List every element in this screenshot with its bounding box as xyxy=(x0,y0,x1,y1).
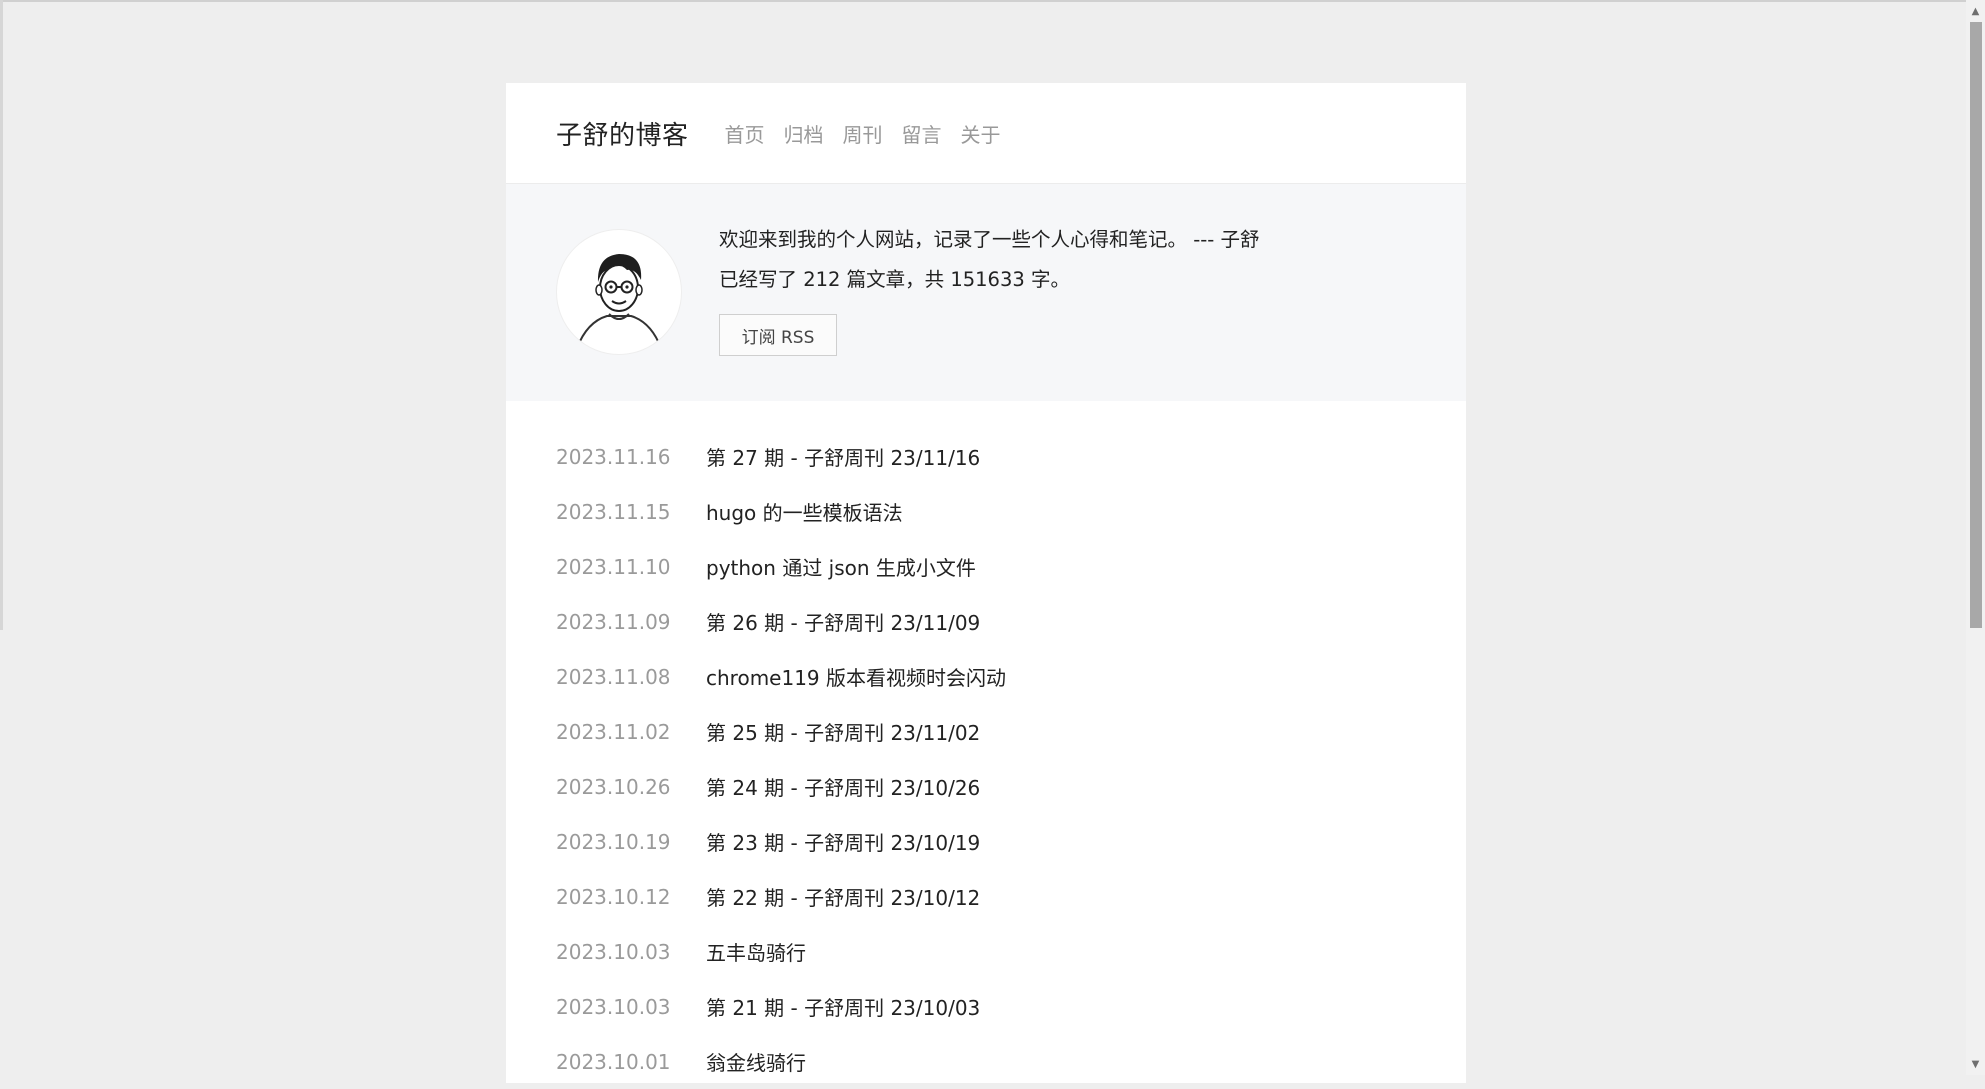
list-item: 2023.10.12 第 22 期 - 子舒周刊 23/10/12 xyxy=(506,869,1466,924)
post-title-link[interactable]: 第 23 期 - 子舒周刊 23/10/19 xyxy=(706,827,980,856)
scroll-up-arrow-icon[interactable]: ▲ xyxy=(1966,2,1985,20)
post-title-link[interactable]: 第 21 期 - 子舒周刊 23/10/03 xyxy=(706,992,980,1021)
welcome-message: 欢迎来到我的个人网站，记录了一些个人心得和笔记。 --- 子舒 xyxy=(719,228,1260,251)
intro-text: 欢迎来到我的个人网站，记录了一些个人心得和笔记。 --- 子舒 已经写了 212… xyxy=(719,226,1260,356)
subscribe-rss-button[interactable]: 订阅 RSS xyxy=(719,314,837,356)
post-title-link[interactable]: 第 24 期 - 子舒周刊 23/10/26 xyxy=(706,772,980,801)
post-date: 2023.11.08 xyxy=(556,664,671,689)
intro-section: 欢迎来到我的个人网站，记录了一些个人心得和笔记。 --- 子舒 已经写了 212… xyxy=(506,184,1466,401)
post-date: 2023.10.19 xyxy=(556,829,671,854)
post-title-link[interactable]: 五丰岛骑行 xyxy=(706,937,806,966)
vertical-scrollbar[interactable]: ▲ ▼ xyxy=(1966,0,1985,1075)
nav-item-guestbook[interactable]: 留言 xyxy=(902,119,942,148)
site-header: 子舒的博客 首页 归档 周刊 留言 关于 xyxy=(506,83,1466,184)
list-item: 2023.11.15 hugo 的一些模板语法 xyxy=(506,484,1466,539)
list-item: 2023.10.03 第 21 期 - 子舒周刊 23/10/03 xyxy=(506,979,1466,1034)
list-item: 2023.11.16 第 27 期 - 子舒周刊 23/11/16 xyxy=(506,429,1466,484)
post-title-link[interactable]: chrome119 版本看视频时会闪动 xyxy=(706,662,1006,691)
post-date: 2023.11.16 xyxy=(556,444,671,469)
list-item: 2023.11.08 chrome119 版本看视频时会闪动 xyxy=(506,649,1466,704)
post-title-link[interactable]: hugo 的一些模板语法 xyxy=(706,497,903,526)
post-list: 2023.11.16 第 27 期 - 子舒周刊 23/11/16 2023.1… xyxy=(506,401,1466,1089)
window-left-edge xyxy=(0,0,3,630)
post-date: 2023.10.03 xyxy=(556,994,671,1019)
post-date: 2023.10.12 xyxy=(556,884,671,909)
post-date: 2023.11.15 xyxy=(556,499,671,524)
scroll-down-arrow-icon[interactable]: ▼ xyxy=(1966,1055,1985,1073)
post-stats: 已经写了 212 篇文章，共 151633 字。 xyxy=(719,268,1070,291)
post-date: 2023.10.26 xyxy=(556,774,671,799)
scrollbar-thumb[interactable] xyxy=(1970,22,1982,628)
nav-item-weekly[interactable]: 周刊 xyxy=(843,119,883,148)
post-date: 2023.11.09 xyxy=(556,609,671,634)
nav-item-archive[interactable]: 归档 xyxy=(784,119,824,148)
list-item: 2023.11.09 第 26 期 - 子舒周刊 23/11/09 xyxy=(506,594,1466,649)
avatar-portrait-icon xyxy=(556,229,682,355)
post-title-link[interactable]: 第 22 期 - 子舒周刊 23/10/12 xyxy=(706,882,980,911)
main-nav: 首页 归档 周刊 留言 关于 xyxy=(725,119,1020,148)
post-date: 2023.10.03 xyxy=(556,939,671,964)
list-item: 2023.11.10 python 通过 json 生成小文件 xyxy=(506,539,1466,594)
blog-card: 子舒的博客 首页 归档 周刊 留言 关于 欢迎来到我的个人网站，记录了一些个人心… xyxy=(506,83,1466,1083)
post-title-link[interactable]: python 通过 json 生成小文件 xyxy=(706,552,976,581)
window-top-border xyxy=(0,0,1985,2)
post-date: 2023.11.02 xyxy=(556,719,671,744)
list-item: 2023.10.01 翁金线骑行 xyxy=(506,1034,1466,1089)
nav-item-about[interactable]: 关于 xyxy=(961,119,1001,148)
list-item: 2023.10.03 五丰岛骑行 xyxy=(506,924,1466,979)
post-title-link[interactable]: 第 27 期 - 子舒周刊 23/11/16 xyxy=(706,442,980,471)
site-title[interactable]: 子舒的博客 xyxy=(556,115,689,152)
post-title-link[interactable]: 第 25 期 - 子舒周刊 23/11/02 xyxy=(706,717,980,746)
post-date: 2023.10.01 xyxy=(556,1049,671,1074)
nav-item-home[interactable]: 首页 xyxy=(725,119,765,148)
post-title-link[interactable]: 第 26 期 - 子舒周刊 23/11/09 xyxy=(706,607,980,636)
post-title-link[interactable]: 翁金线骑行 xyxy=(706,1047,806,1076)
post-date: 2023.11.10 xyxy=(556,554,671,579)
list-item: 2023.10.19 第 23 期 - 子舒周刊 23/10/19 xyxy=(506,814,1466,869)
list-item: 2023.10.26 第 24 期 - 子舒周刊 23/10/26 xyxy=(506,759,1466,814)
list-item: 2023.11.02 第 25 期 - 子舒周刊 23/11/02 xyxy=(506,704,1466,759)
